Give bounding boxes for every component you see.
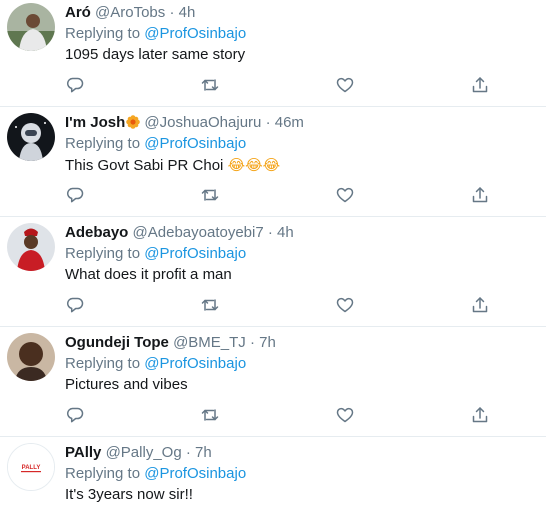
- like-icon[interactable]: [335, 405, 355, 425]
- tweet-reply[interactable]: Aró @AroTobs · 4h Replying to @ProfOsinb…: [0, 0, 546, 107]
- avatar[interactable]: [7, 333, 55, 381]
- laughing-emoji: 😂😂😂: [227, 156, 281, 174]
- timestamp[interactable]: 46m: [275, 114, 304, 131]
- display-name[interactable]: PAlly: [65, 444, 101, 461]
- replying-to: Replying to @ProfOsinbajo: [65, 24, 246, 44]
- reply-icon[interactable]: [65, 295, 85, 315]
- replying-to: Replying to @ProfOsinbajo: [65, 464, 246, 484]
- replying-to: Replying to @ProfOsinbajo: [65, 244, 246, 264]
- user-handle[interactable]: @JoshuaOhajuru: [144, 114, 261, 131]
- tweet-text: It's 3years now sir!!: [65, 486, 193, 503]
- share-icon[interactable]: [470, 75, 490, 95]
- tweet-header: Ogundeji Tope @BME_TJ · 7h: [65, 333, 276, 353]
- tweet-header: Adebayo @Adebayoatoyebi7 · 4h: [65, 223, 294, 243]
- share-icon[interactable]: [470, 185, 490, 205]
- tweet-header: I'm Josh @JoshuaOhajuru · 46m: [65, 113, 304, 133]
- reply-icon[interactable]: [65, 75, 85, 95]
- tweet-reply[interactable]: Ogundeji Tope @BME_TJ · 7h Replying to @…: [0, 327, 546, 437]
- avatar[interactable]: [7, 113, 55, 161]
- tweet-actions: [0, 185, 546, 207]
- retweet-icon[interactable]: [200, 185, 220, 205]
- reply-feed: Aró @AroTobs · 4h Replying to @ProfOsinb…: [0, 0, 546, 516]
- timestamp[interactable]: 4h: [277, 224, 294, 241]
- mention-link[interactable]: @ProfOsinbajo: [144, 355, 246, 372]
- share-icon[interactable]: [470, 405, 490, 425]
- replying-to-label: Replying to: [65, 355, 141, 372]
- mention-link[interactable]: @ProfOsinbajo: [144, 465, 246, 482]
- separator-dot: ·: [265, 114, 271, 131]
- share-icon[interactable]: [470, 295, 490, 315]
- like-icon[interactable]: [335, 185, 355, 205]
- replying-to-label: Replying to: [65, 25, 141, 42]
- replying-to-label: Replying to: [65, 465, 141, 482]
- tweet-header: Aró @AroTobs · 4h: [65, 3, 195, 23]
- avatar[interactable]: [7, 223, 55, 271]
- retweet-icon[interactable]: [200, 295, 220, 315]
- user-handle[interactable]: @BME_TJ: [173, 334, 246, 351]
- tweet-reply[interactable]: PALLY PAlly @Pally_Og · 7h Replying to @…: [0, 437, 546, 516]
- timestamp[interactable]: 4h: [179, 4, 196, 21]
- display-name[interactable]: Ogundeji Tope: [65, 334, 169, 351]
- display-name[interactable]: Adebayo: [65, 224, 128, 241]
- user-handle[interactable]: @Pally_Og: [106, 444, 182, 461]
- tweet-reply[interactable]: I'm Josh @JoshuaOhajuru · 46m Replying t…: [0, 107, 546, 217]
- flower-badge-icon: [126, 115, 141, 129]
- display-name[interactable]: Aró: [65, 4, 91, 21]
- tweet-text: What does it profit a man: [65, 266, 232, 283]
- tweet-text-body: This Govt Sabi PR Choi: [65, 157, 224, 174]
- tweet-text: This Govt Sabi PR Choi 😂😂😂: [65, 155, 280, 176]
- tweet-actions: [0, 405, 546, 427]
- like-icon[interactable]: [335, 75, 355, 95]
- replying-to-label: Replying to: [65, 135, 141, 152]
- separator-dot: ·: [267, 224, 273, 241]
- tweet-reply[interactable]: Adebayo @Adebayoatoyebi7 · 4h Replying t…: [0, 217, 546, 327]
- avatar[interactable]: [7, 3, 55, 51]
- mention-link[interactable]: @ProfOsinbajo: [144, 25, 246, 42]
- user-handle[interactable]: @Adebayoatoyebi7: [133, 224, 264, 241]
- tweet-actions: [0, 75, 546, 97]
- reply-icon[interactable]: [65, 185, 85, 205]
- avatar-logo-text: PALLY: [22, 465, 41, 471]
- tweet-text: 1095 days later same story: [65, 46, 246, 63]
- mention-link[interactable]: @ProfOsinbajo: [144, 245, 246, 262]
- timestamp[interactable]: 7h: [259, 334, 276, 351]
- retweet-icon[interactable]: [200, 75, 220, 95]
- display-name[interactable]: I'm Josh: [65, 114, 125, 131]
- user-handle[interactable]: @AroTobs: [95, 4, 165, 21]
- reply-icon[interactable]: [65, 405, 85, 425]
- avatar[interactable]: PALLY: [7, 443, 55, 491]
- replying-to: Replying to @ProfOsinbajo: [65, 354, 246, 374]
- replying-to: Replying to @ProfOsinbajo: [65, 134, 246, 154]
- separator-dot: ·: [169, 4, 175, 21]
- timestamp[interactable]: 7h: [195, 444, 212, 461]
- mention-link[interactable]: @ProfOsinbajo: [144, 135, 246, 152]
- retweet-icon[interactable]: [200, 405, 220, 425]
- tweet-actions: [0, 295, 546, 317]
- tweet-header: PAlly @Pally_Og · 7h: [65, 443, 212, 463]
- replying-to-label: Replying to: [65, 245, 141, 262]
- separator-dot: ·: [185, 444, 191, 461]
- separator-dot: ·: [249, 334, 255, 351]
- like-icon[interactable]: [335, 295, 355, 315]
- tweet-text: Pictures and vibes: [65, 376, 188, 393]
